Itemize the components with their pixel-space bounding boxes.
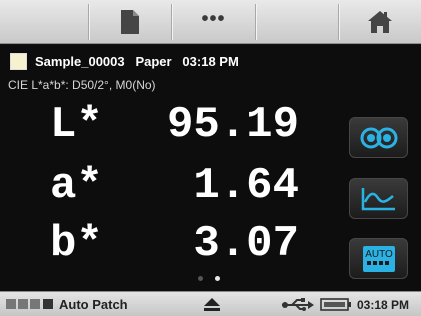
mode-label: Auto Patch [59,297,128,312]
page-indicator [198,276,220,281]
compare-icon [360,127,397,148]
b-star-value: 3.07 [193,219,299,269]
page-dot-active[interactable] [215,276,220,281]
auto-label: AUTO [365,249,393,260]
sample-color-swatch[interactable] [10,52,27,70]
eject-icon[interactable] [204,298,220,311]
toolbar-empty-slot [256,0,338,44]
b-star-label: b* [50,219,103,269]
status-time: 03:18 PM [357,298,410,312]
more-dots-icon: ••• [201,8,226,30]
document-icon [120,10,139,34]
mode-squares-icon [6,299,53,309]
sample-title[interactable]: Sample_00003 Paper 03:18 PM [35,54,239,69]
status-bar: Auto Patch 03:18 PM [0,291,421,316]
auto-icon: AUTO [362,245,395,272]
toolbar-empty-slot [0,0,88,44]
battery-icon [320,298,351,311]
auto-button[interactable]: AUTO [349,238,408,279]
measurement-panel: Sample_00003 Paper 03:18 PM CIE L*a*b*: … [0,45,421,291]
home-button[interactable] [339,0,421,44]
top-toolbar: ••• [0,0,421,44]
sample-header: Sample_00003 Paper 03:18 PM [10,52,239,70]
page-dot[interactable] [198,276,203,281]
compare-button[interactable] [349,117,408,158]
l-star-value: 95.19 [166,100,299,150]
a-star-label: a* [50,161,103,211]
document-button[interactable] [89,0,171,44]
home-icon [368,11,393,33]
spectrum-graph-icon [361,187,395,210]
usb-icon [282,298,314,311]
l-star-label: L* [50,100,103,150]
a-star-value: 1.64 [193,161,299,211]
more-button[interactable]: ••• [172,0,256,44]
measurement-condition: CIE L*a*b*: D50/2°, M0(No) [8,78,156,92]
spectrum-button[interactable] [349,178,408,219]
